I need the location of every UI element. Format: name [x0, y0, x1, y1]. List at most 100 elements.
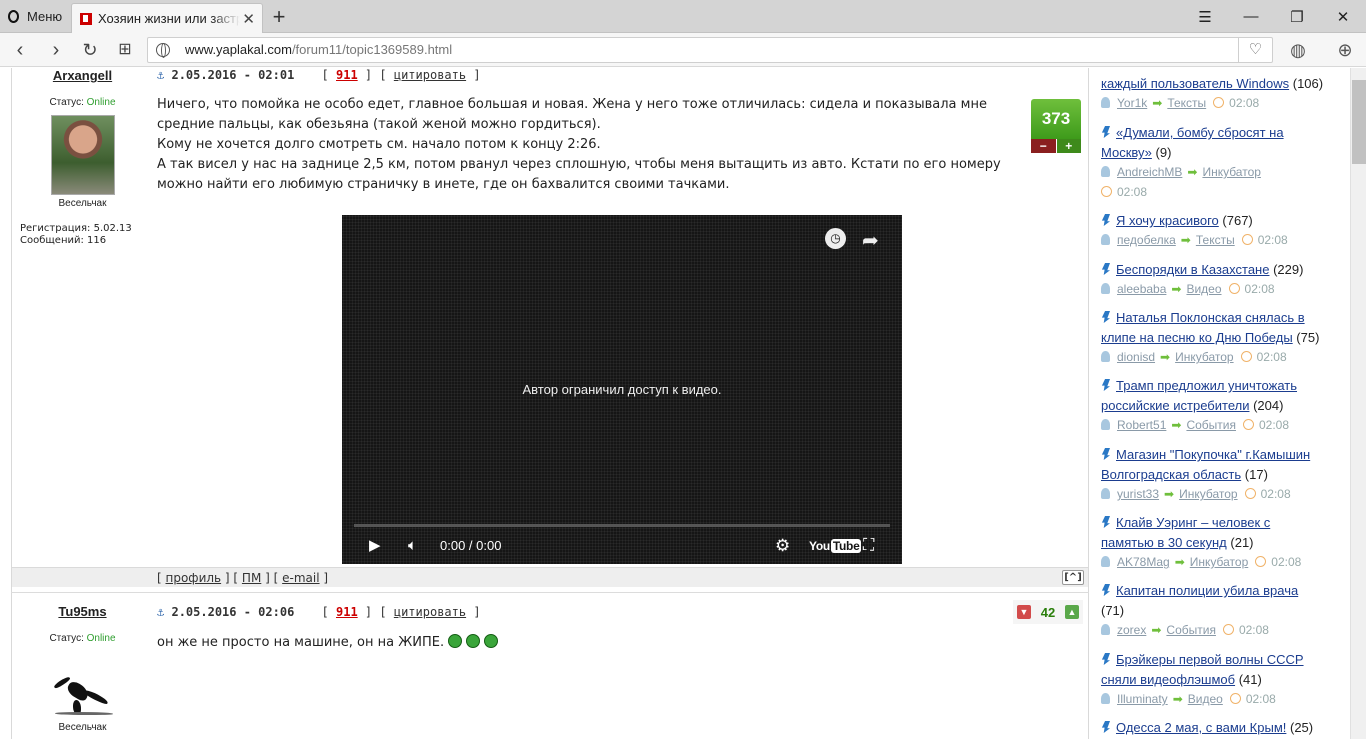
restore-icon[interactable]: ❐: [1274, 0, 1320, 33]
post-karma: ▼ 42 ▲: [1013, 600, 1083, 624]
clock-icon: [1228, 283, 1240, 294]
scrollbar-thumb[interactable]: [1352, 80, 1366, 164]
post-counter-link[interactable]: 911: [336, 605, 358, 619]
email-link[interactable]: e-mail: [282, 571, 319, 585]
sidebar-topic-meta: zorex ➡ События 02:08: [1101, 623, 1269, 637]
volume-icon[interactable]: 🔈︎: [408, 536, 417, 556]
url-path: /forum11/topic1369589.html: [291, 42, 453, 57]
opera-logo-icon: [8, 10, 19, 23]
quote-link[interactable]: цитировать: [394, 68, 466, 82]
user-icon: [1101, 283, 1110, 294]
post-date: 2.05.2016 - 02:01: [171, 68, 295, 82]
anchor-icon[interactable]: ⚓: [157, 68, 164, 82]
smiley-icon: [484, 634, 499, 648]
address-toolbar: ‹ › ↻ ⊞ www.yaplakal.com/forum11/topic13…: [0, 33, 1366, 67]
browser-tab-active[interactable]: Хозяин жизни или застрял ✕: [71, 3, 263, 33]
minimize-icon[interactable]: —: [1228, 0, 1274, 33]
hot-arrow-icon: [1101, 126, 1110, 138]
quote-link[interactable]: цитировать: [394, 605, 466, 619]
sidebar-topic[interactable]: Магазин "Покупочка" г.Камышин Волгоградск…: [1101, 445, 1345, 485]
tab-title: Хозяин жизни или застрял: [98, 11, 240, 26]
hot-arrow-icon: [1101, 516, 1110, 528]
downloads-icon[interactable]: ⊕: [1334, 39, 1356, 61]
author-registration: Регистрация: 5.02.13 Сообщений: 116: [20, 223, 132, 246]
rating-value: 373: [1031, 99, 1081, 139]
author-name-link[interactable]: Tu95ms: [11, 604, 154, 619]
author-rank: Весельчак: [58, 198, 107, 209]
sidebar-topic[interactable]: Я хочу красивого (767): [1101, 211, 1345, 231]
user-icon: [1101, 624, 1110, 635]
sidebar-topic[interactable]: Брэйкеры первой волны СССР сняли видеофлэ…: [1101, 650, 1345, 690]
clock-icon: [1229, 693, 1241, 704]
sidebar-topic[interactable]: Клайв Уэринг – человек с памятью в 30 сек…: [1101, 513, 1345, 553]
close-window-icon[interactable]: ✕: [1320, 0, 1366, 33]
settings-gear-icon[interactable]: ⚙: [775, 536, 790, 556]
author-avatar[interactable]: [50, 115, 115, 195]
karma-value: 42: [1040, 604, 1056, 620]
author-name-link[interactable]: Arxangell: [11, 68, 154, 83]
arrow-icon: ➡: [1171, 418, 1182, 432]
tab-menu-icon[interactable]: ☰: [1182, 0, 1228, 33]
arrow-icon: ➡: [1180, 233, 1191, 247]
sidebar-topic-meta: педобелка ➡ Тексты 02:08: [1101, 233, 1288, 247]
sidebar-topic-meta: dionisd ➡ Инкубатор 02:08: [1101, 350, 1287, 364]
thumbs-up-icon[interactable]: ▲: [1065, 605, 1079, 619]
sidebar-topic-meta: Illuminaty ➡ Видео 02:08: [1101, 692, 1276, 706]
anchor-icon[interactable]: ⚓: [157, 605, 164, 619]
clock-icon: [1242, 419, 1254, 430]
address-field[interactable]: www.yaplakal.com/forum11/topic1369589.ht…: [147, 37, 1273, 63]
rating-plus-button[interactable]: +: [1055, 139, 1081, 153]
clock-icon: [1101, 186, 1112, 197]
profile-link[interactable]: профиль: [166, 571, 222, 585]
youtube-logo[interactable]: You Tube: [809, 536, 862, 556]
author-status: Статус: Online: [49, 97, 116, 108]
hot-arrow-icon: [1101, 379, 1110, 391]
reload-icon[interactable]: ↻: [78, 39, 102, 61]
new-tab-icon[interactable]: +: [268, 4, 290, 30]
watch-later-icon[interactable]: ◷: [825, 228, 846, 249]
scroll-top-button[interactable]: [^]: [1062, 570, 1084, 585]
sidebar-topic-meta: aleebaba ➡ Видео 02:08: [1101, 282, 1275, 296]
bookmark-heart-icon[interactable]: ♡: [1238, 38, 1272, 62]
user-icon: [1101, 693, 1110, 704]
sidebar-topic[interactable]: Наталья Поклонская снялась в клипе на пес…: [1101, 308, 1345, 348]
sidebar-topic[interactable]: Одесса 2 мая, с вами Крым! (25): [1101, 718, 1345, 738]
vpn-shield-icon[interactable]: ◍: [1287, 39, 1309, 61]
sidebar-topic[interactable]: Трамп предложил уничтожать российские ист…: [1101, 376, 1345, 416]
post-rating: 373 − +: [1031, 99, 1081, 155]
post-author-panel: Tu95ms Статус: Online Весельчак: [11, 604, 154, 733]
site-info-icon[interactable]: [156, 43, 170, 58]
play-icon[interactable]: ▶: [369, 536, 381, 556]
sidebar-topic[interactable]: Капитан полиции убила врача (71): [1101, 581, 1345, 621]
speed-dial-icon[interactable]: ⊞: [113, 39, 137, 61]
sidebar-topic[interactable]: «Думали, бомбу сбросят на Москву» (9): [1101, 123, 1345, 163]
user-icon: [1101, 556, 1110, 567]
arrow-icon: ➡: [1160, 350, 1171, 364]
sidebar-topic-time: 02:08: [1101, 185, 1147, 199]
pm-link[interactable]: ПМ: [242, 571, 261, 585]
thumbs-down-icon[interactable]: ▼: [1017, 605, 1031, 619]
user-icon: [1101, 351, 1110, 362]
share-icon[interactable]: ➦: [862, 228, 879, 253]
video-progress-bar[interactable]: [354, 524, 890, 527]
sidebar-topic[interactable]: Беспорядки в Казахстане (229): [1101, 260, 1345, 280]
page-scrollbar[interactable]: [1350, 68, 1366, 739]
url-host: www.yaplakal.com: [185, 42, 292, 57]
yaplakal-favicon-icon: [80, 12, 92, 25]
author-status: Статус: Online: [49, 633, 116, 644]
rating-minus-button[interactable]: −: [1031, 139, 1056, 153]
sidebar-topic[interactable]: каждый пользователь Windows (106): [1101, 74, 1345, 94]
hot-arrow-icon: [1101, 263, 1110, 275]
author-avatar[interactable]: [42, 650, 123, 720]
author-rank: Весельчак: [58, 722, 107, 733]
embedded-video-player[interactable]: ◷ ➦ Автор ограничил доступ к видео. ▶ 🔈︎…: [342, 215, 902, 564]
fullscreen-icon[interactable]: ⛶: [863, 536, 874, 556]
arrow-icon: ➡: [1164, 487, 1175, 501]
tab-close-icon[interactable]: ✕: [242, 10, 255, 28]
smiley-icon: [466, 634, 481, 648]
opera-menu-button[interactable]: Меню: [0, 0, 68, 33]
post-counter-link[interactable]: 911: [336, 68, 358, 82]
forward-icon[interactable]: ›: [44, 39, 68, 61]
back-icon[interactable]: ‹: [8, 39, 32, 61]
user-icon: [1101, 419, 1110, 430]
